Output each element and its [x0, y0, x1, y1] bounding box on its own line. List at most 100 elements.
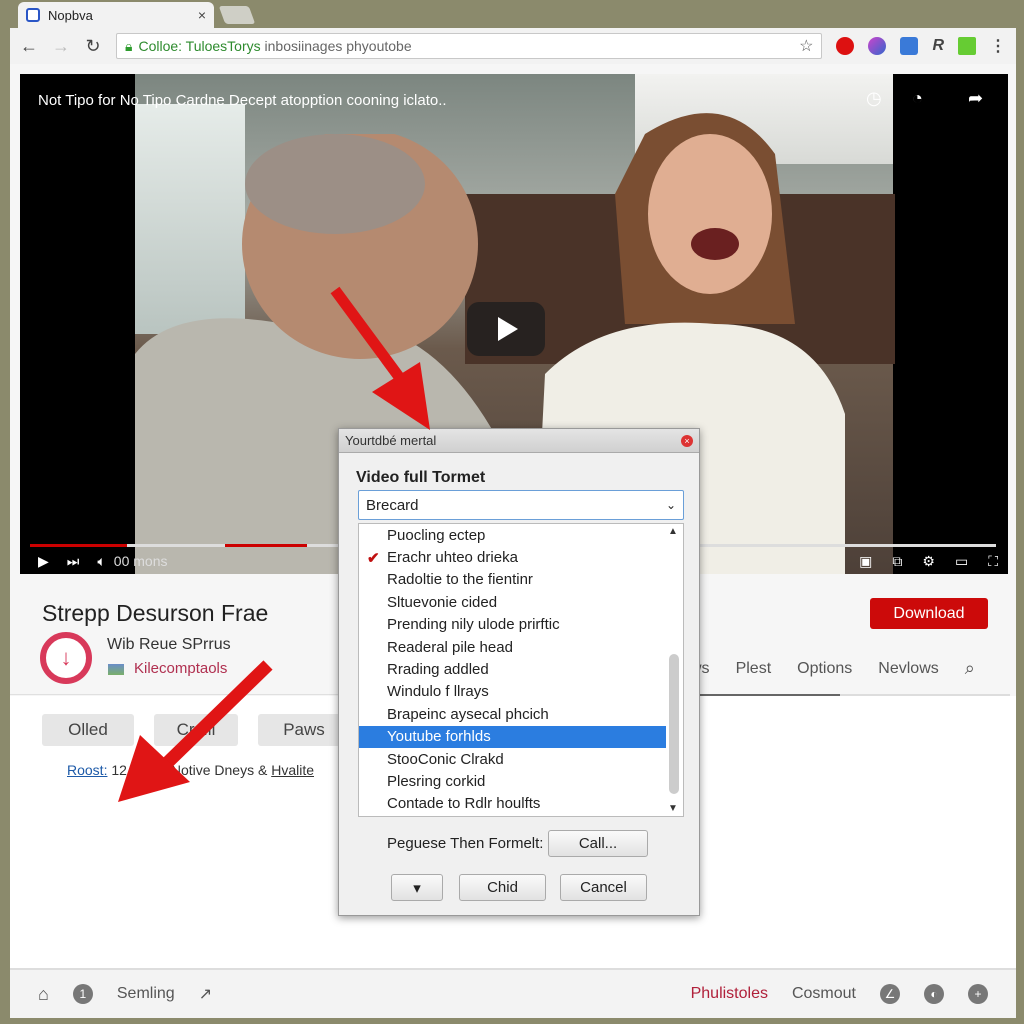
time-display: 00 mons — [113, 553, 168, 569]
bottom-bar: ⌂ 1 Semling ↗ Phulistoles Cosmout ∠ ◐ + — [10, 968, 1016, 1018]
format-option[interactable]: Youtube forhlds — [359, 725, 666, 748]
next-icon[interactable]: ⏭ — [67, 553, 80, 570]
meta-text: Notive Dneys & — [166, 762, 272, 778]
select-value: Brecard — [366, 496, 419, 514]
option-label: Erachr uhteo drieka — [387, 549, 518, 567]
extension-download-icon[interactable] — [958, 37, 976, 55]
call-button[interactable]: Call... — [548, 830, 648, 857]
format-select[interactable]: Brecard ⌄ — [358, 490, 684, 520]
dropdown-button[interactable]: ▾ — [391, 874, 443, 901]
option-label: StooConic Clrakd — [387, 750, 504, 768]
star-icon[interactable]: ☆ — [799, 36, 813, 56]
format-option[interactable]: Prending nily ulode prirftic — [359, 614, 666, 636]
subtitles-icon[interactable]: ▣ — [859, 553, 872, 570]
cancel-button[interactable]: Cancel — [560, 874, 647, 901]
tab-plest[interactable]: Plest — [736, 660, 772, 678]
format-option[interactable]: Windulo f llrays — [359, 681, 666, 703]
format-option[interactable]: Contade to Rdlr houlfts — [359, 793, 666, 815]
scrollbar[interactable]: ▲ ▼ — [665, 524, 683, 816]
video-title-overlay: Not Tipo for No Tipo Cardne Decept atopp… — [38, 92, 447, 109]
new-tab-button[interactable] — [218, 6, 256, 24]
watch-later-icon[interactable]: ◷ — [866, 88, 882, 109]
option-label: Sltuevonie cided — [387, 593, 498, 611]
volume-icon[interactable]: 🔈︎ — [97, 553, 105, 570]
play-icon[interactable]: ▶ — [38, 553, 49, 570]
format-option[interactable]: Sltuevonie cided — [359, 591, 666, 613]
extension-red-icon[interactable] — [836, 37, 855, 55]
tab-options[interactable]: Options — [797, 660, 852, 678]
meta-link[interactable]: Roost: — [67, 762, 107, 778]
option-label: Prending nily ulode prirftic — [387, 616, 560, 634]
format-option[interactable]: Brapeinc aysecal phcich — [359, 703, 666, 725]
settings-icon[interactable]: ⚙ — [922, 553, 935, 570]
reload-icon[interactable]: ↻ — [84, 36, 102, 57]
option-label: Rrading addled — [387, 661, 489, 679]
info-icon[interactable]: 1 — [72, 984, 93, 1004]
checkmark-icon: ✔ — [367, 549, 380, 567]
menu-icon[interactable]: ⋮ — [990, 36, 1006, 56]
option-label: Contade to Rdlr houlfts — [387, 795, 541, 813]
tab-close-icon[interactable]: × — [198, 7, 206, 23]
browser-tab[interactable]: Nopbva × — [18, 2, 214, 28]
content-tabs: ws Plest Options Nevlows ⌕ — [690, 658, 990, 679]
progress-played — [30, 544, 127, 547]
bottom-label-cosmout[interactable]: Cosmout — [792, 985, 856, 1003]
channel-avatar[interactable]: ↓ — [40, 632, 92, 684]
search-icon[interactable]: ⌕ — [965, 658, 975, 679]
forward-icon[interactable]: → — [52, 36, 70, 57]
channel-name[interactable]: Wib Reue SPrrus — [107, 636, 231, 654]
format-option[interactable]: Radoltie to the fientinr — [359, 569, 666, 591]
meta-count: 12 — [107, 762, 127, 778]
option-label: Plesring corkid — [387, 772, 486, 790]
extension-r-icon[interactable]: R — [932, 37, 944, 55]
close-icon[interactable]: × — [681, 434, 693, 447]
progress-segment — [225, 544, 307, 547]
channel-sub-text: Kilecomptaols — [134, 660, 228, 677]
extension-purple-icon[interactable] — [868, 37, 887, 55]
extension-blue-icon[interactable] — [900, 37, 919, 55]
option-label: Readeral pile head — [387, 638, 513, 656]
tab-favicon-icon — [26, 8, 40, 22]
tab-nevlows[interactable]: Nevlows — [878, 660, 938, 678]
toggle-icon[interactable]: ◐ — [924, 984, 944, 1004]
format-option[interactable]: Puocling ectep — [359, 524, 666, 546]
miniplayer-icon[interactable]: ⧉ — [892, 553, 902, 570]
dialog-title: Yourtdbé mertal — [345, 433, 437, 448]
option-label: Radoltie to the fientinr — [387, 571, 533, 589]
format-option[interactable]: Plesring corkid — [359, 770, 666, 792]
dialog-titlebar[interactable]: Yourtdbé mertal × — [339, 429, 699, 453]
download-button[interactable]: Download — [870, 598, 988, 629]
fullscreen-icon[interactable]: ⛶ — [988, 553, 998, 570]
pill-paws[interactable]: Paws — [258, 714, 350, 746]
url-secure-part: Colloe: TuloesTorys — [138, 38, 261, 54]
arrow-icon[interactable]: ↗ — [199, 984, 212, 1004]
edit-icon[interactable]: ∠ — [880, 984, 900, 1004]
play-button[interactable] — [467, 302, 545, 356]
pill-call[interactable]: Cr...il — [154, 714, 238, 746]
meta-underline[interactable]: Hvalite — [271, 762, 314, 778]
home-icon[interactable]: ⌂ — [38, 984, 49, 1005]
pill-olled[interactable]: Olled — [42, 714, 134, 746]
address-bar[interactable]: 🔒︎ Colloe: TuloesTorys inbosiinages phyo… — [116, 33, 823, 59]
add-icon[interactable]: + — [968, 984, 988, 1004]
scroll-down-icon[interactable]: ▼ — [668, 803, 678, 814]
format-option[interactable]: Rrading addled — [359, 658, 666, 680]
scrollbar-thumb[interactable] — [669, 654, 679, 794]
back-icon[interactable]: ← — [20, 36, 38, 57]
format-option[interactable]: Readeral pile head — [359, 636, 666, 658]
option-label: Brapeinc aysecal phcich — [387, 705, 549, 723]
share-icon[interactable]: ➦ — [968, 88, 983, 109]
bottom-label-semling[interactable]: Semling — [117, 985, 175, 1003]
scroll-up-icon[interactable]: ▲ — [668, 526, 678, 537]
theater-icon[interactable]: ▭ — [955, 553, 968, 570]
option-label: Puocling ectep — [387, 526, 486, 544]
option-label: Youtube forhlds — [387, 728, 491, 746]
format-dialog: Yourtdbé mertal × Video full Tormet Breca… — [338, 428, 700, 916]
clock-icon[interactable]: ◔ — [912, 88, 923, 109]
format-option[interactable]: ✔ Erachr uhteo drieka — [359, 546, 666, 568]
tab-title: Nopbva — [48, 7, 93, 23]
browser-toolbar: ← → ↻ 🔒︎ Colloe: TuloesTorys inbosiinage… — [10, 28, 1016, 64]
bottom-label-red[interactable]: Phulistoles — [691, 985, 768, 1003]
child-button[interactable]: Chid — [459, 874, 546, 901]
format-option[interactable]: StooConic Clrakd — [359, 748, 666, 770]
